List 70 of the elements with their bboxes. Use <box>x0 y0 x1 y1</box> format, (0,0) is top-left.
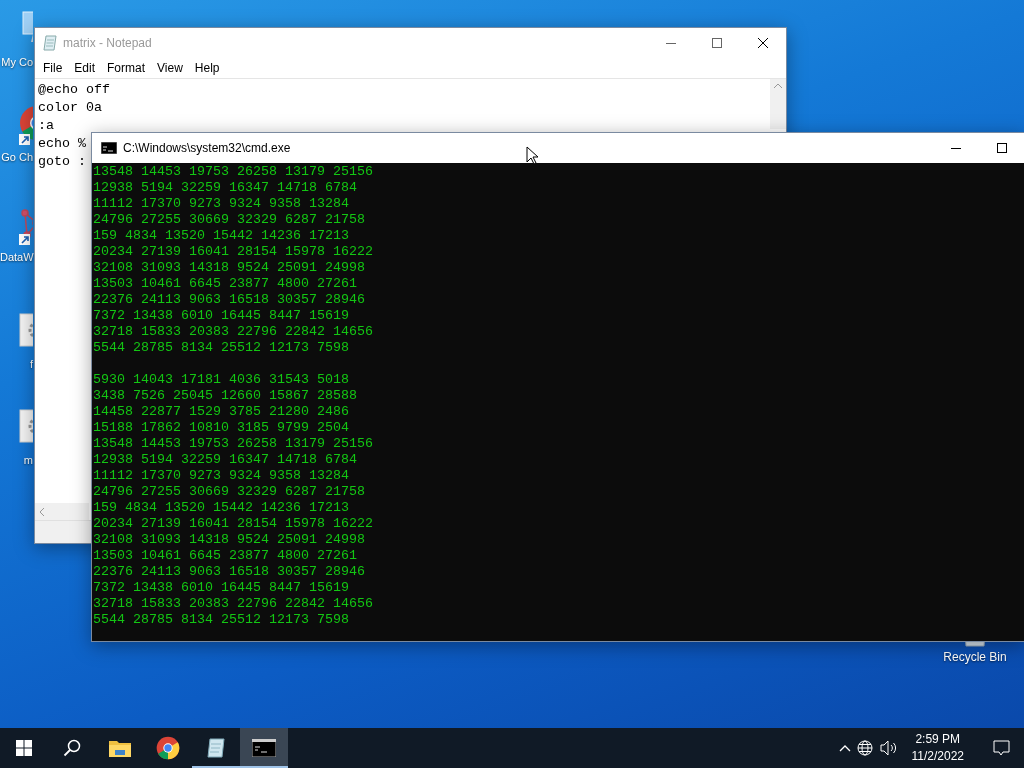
console-line: 14458 22877 1529 3785 21280 2486 <box>93 404 350 420</box>
notepad-icon <box>206 737 226 759</box>
code-line: goto : <box>38 153 86 171</box>
maximize-icon <box>712 38 722 48</box>
speaker-icon[interactable] <box>879 740 898 756</box>
console-line: 24796 27255 30669 32329 6287 21758 <box>93 484 366 500</box>
console-line: 5544 28785 8134 25512 12173 7598 <box>93 612 350 628</box>
search-icon <box>63 739 81 757</box>
folder-icon <box>109 739 131 757</box>
console-line: 20234 27139 16041 28154 15978 16222 <box>93 516 374 532</box>
window-title: matrix - Notepad <box>63 36 153 50</box>
console-line: 13503 10461 6645 23877 4800 27261 <box>93 276 358 292</box>
notepad-icon <box>43 35 57 51</box>
console-line: 13548 14453 19753 26258 13179 25156 <box>93 164 374 180</box>
vertical-scrollbar[interactable] <box>770 79 786 129</box>
date-text: 11/2/2022 <box>911 748 964 765</box>
taskbar-button[interactable] <box>240 728 288 768</box>
desktop-icon-label[interactable]: Recycle Bin <box>943 650 1007 664</box>
terminal-icon <box>101 142 117 154</box>
windows-logo-icon <box>16 740 32 756</box>
speech-bubble-icon <box>992 740 1010 756</box>
window-title: C:\Windows\system32\cmd.exe <box>123 141 292 155</box>
console-line: 20234 27139 16041 28154 15978 16222 <box>93 244 374 260</box>
console-line: 24796 27255 30669 32329 6287 21758 <box>93 212 366 228</box>
horizontal-scrollbar[interactable] <box>35 503 89 520</box>
menu-item[interactable]: Help <box>188 61 226 75</box>
console-line: 22376 24113 9063 16518 30357 28946 <box>93 292 366 308</box>
menu-item[interactable]: File <box>37 61 69 75</box>
console-line: 7372 13438 6010 16445 8447 15619 <box>93 580 350 596</box>
scroll-up-icon <box>774 83 782 88</box>
desktop-icon-label[interactable]: DataW <box>0 249 33 265</box>
menu-item[interactable]: View <box>151 61 189 75</box>
desktop-icon-label[interactable]: Go Ch <box>0 149 33 165</box>
code-line: echo % <box>38 135 86 153</box>
console-line: 13548 14453 19753 26258 13179 25156 <box>93 436 374 452</box>
chevron-up-icon[interactable] <box>838 744 851 752</box>
console-line: 11112 17370 9273 9324 9358 13284 <box>93 196 350 212</box>
console-line: 11112 17370 9273 9324 9358 13284 <box>93 468 350 484</box>
console-line: 32718 15833 20383 22796 22842 14656 <box>93 324 374 340</box>
console-line: 12938 5194 32259 16347 14718 6784 <box>93 180 358 196</box>
console-line: 32718 15833 20383 22796 22842 14656 <box>93 596 374 612</box>
console-line: 15188 17862 10810 3185 9799 2504 <box>93 420 350 436</box>
console-line: 159 4834 13520 15442 14236 17213 <box>93 228 350 244</box>
code-line: color 0a <box>38 99 102 117</box>
terminal-icon <box>252 739 276 757</box>
scroll-left-icon <box>39 507 44 516</box>
time-text: 2:59 PM <box>915 731 961 748</box>
globe-icon[interactable] <box>856 739 874 757</box>
console-line: 7372 13438 6010 16445 8447 15619 <box>93 308 350 324</box>
clock[interactable]: 2:59 PM 11/2/2022 <box>903 731 972 765</box>
close-icon <box>758 38 768 48</box>
code-line: :a <box>38 117 54 135</box>
console-line: 32108 31093 14318 9524 25091 24998 <box>93 532 366 548</box>
console-line: 13503 10461 6645 23877 4800 27261 <box>93 548 358 564</box>
console-line: 5544 28785 8134 25512 12173 7598 <box>93 340 350 356</box>
console-line: 159 4834 13520 15442 14236 17213 <box>93 500 350 516</box>
menu-item[interactable]: Format <box>101 61 152 75</box>
desktop-icon-label[interactable]: f <box>0 356 33 372</box>
console-line: 3438 7526 25045 12660 15867 28588 <box>93 388 358 404</box>
menu-item[interactable]: Edit <box>68 61 102 75</box>
chrome-icon <box>156 736 180 760</box>
console-line: 5930 14043 17181 4036 31543 5018 <box>93 372 350 388</box>
console-line: 22376 24113 9063 16518 30357 28946 <box>93 564 366 580</box>
code-line: @echo off <box>38 81 110 99</box>
desktop-icon-label[interactable]: m <box>0 452 33 468</box>
minimize-icon <box>951 147 961 149</box>
console-line: 12938 5194 32259 16347 14718 6784 <box>93 452 358 468</box>
minimize-icon <box>666 42 676 44</box>
console-line: 32108 31093 14318 9524 25091 24998 <box>93 260 366 276</box>
maximize-icon <box>997 143 1007 153</box>
